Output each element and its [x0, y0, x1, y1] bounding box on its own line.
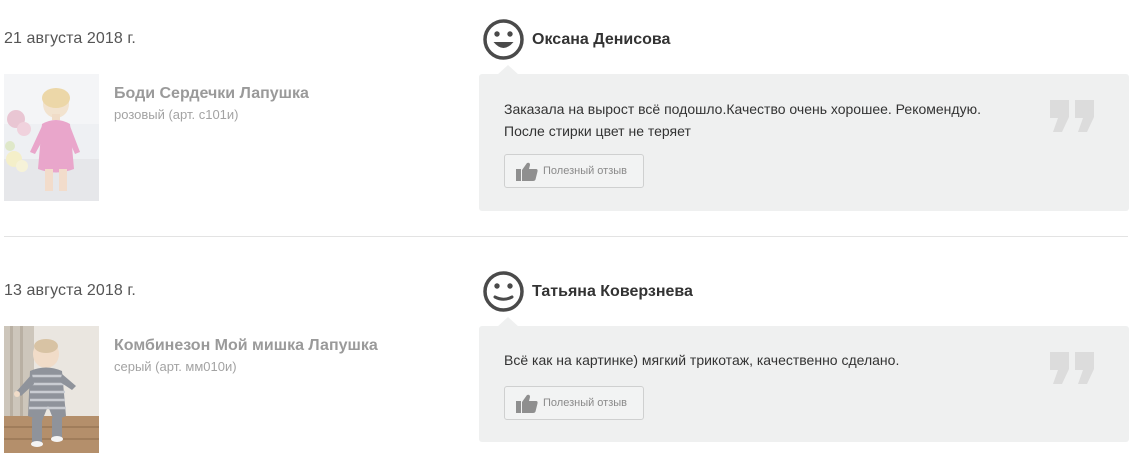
review-author: Оксана Денисова: [532, 31, 671, 48]
quote-icon: [1050, 100, 1094, 132]
smiley-neutral-icon: [483, 271, 524, 312]
bubble-tail: [497, 317, 519, 327]
product-photo[interactable]: [4, 74, 99, 201]
review-divider: [4, 236, 1128, 237]
review-bubble: Заказала на вырост всё подошло.Качество …: [479, 65, 1129, 211]
thumbs-up-icon: [516, 394, 538, 413]
product-variant: розовый (арт. с101и): [114, 107, 239, 122]
review-text: Заказала на вырост всё подошло.Качество …: [504, 101, 981, 139]
review-date: 21 августа 2018 г.: [4, 30, 136, 47]
product-name[interactable]: Комбинезон Мой мишка Лапушка: [114, 337, 378, 355]
smiley-happy-icon: [483, 19, 524, 60]
review-text: Всё как на картинке) мягкий трикотаж, ка…: [504, 352, 900, 368]
quote-icon: [1050, 352, 1094, 384]
review-item: 13 августа 2018 г. Комбинезон Мой мишка …: [0, 252, 1135, 468]
helpful-review-button[interactable]: Полезный отзыв: [504, 154, 644, 188]
product-photo[interactable]: [4, 326, 99, 453]
review-date: 13 августа 2018 г.: [4, 282, 136, 299]
helpful-review-label: Полезный отзыв: [543, 397, 628, 409]
product-name[interactable]: Боди Сердечки Лапушка: [114, 85, 309, 103]
helpful-review-button[interactable]: Полезный отзыв: [504, 386, 644, 420]
review-bubble: Всё как на картинке) мягкий трикотаж, ка…: [479, 317, 1129, 442]
product-variant: серый (арт. мм010и): [114, 359, 237, 374]
bubble-tail: [497, 65, 519, 75]
review-author: Татьяна Коверзнева: [532, 283, 693, 300]
helpful-review-label: Полезный отзыв: [543, 165, 628, 177]
thumbs-up-icon: [516, 162, 538, 181]
review-item: 21 августа 2018 г. Боди Сердечки Лапушка…: [0, 0, 1135, 236]
